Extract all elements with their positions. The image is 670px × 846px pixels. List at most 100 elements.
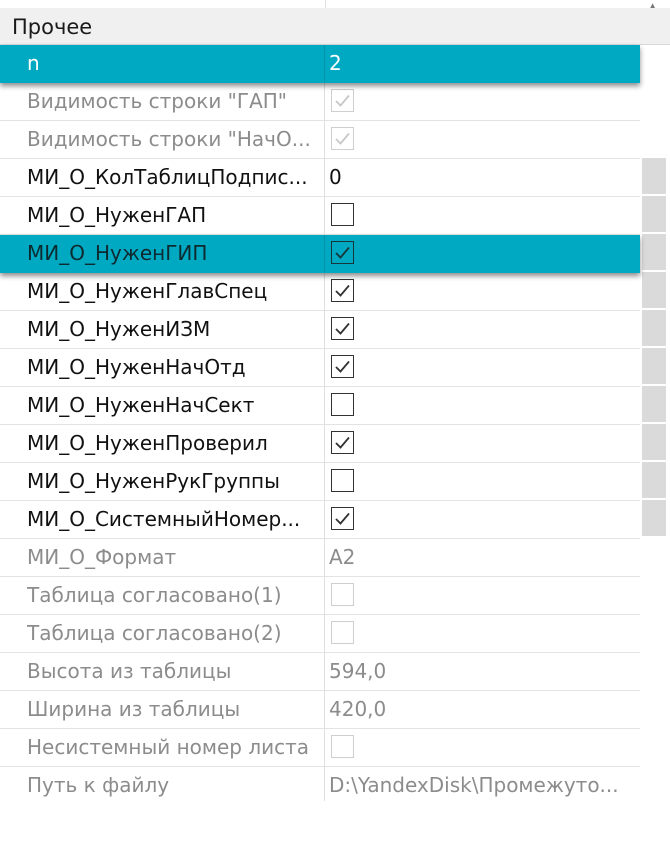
column-separator[interactable] (324, 83, 325, 120)
property-checkbox (331, 127, 354, 150)
property-value: A2 (329, 545, 356, 569)
property-name: Видимость строки "НачО... (27, 127, 311, 151)
property-value[interactable]: 2 (329, 45, 639, 82)
column-separator[interactable] (324, 691, 325, 728)
checkmark-icon (335, 284, 350, 297)
checkmark-icon (335, 322, 350, 335)
column-separator[interactable] (324, 653, 325, 690)
property-name: МИ_О_НуженГлавСпец (27, 279, 268, 303)
property-name: Ширина из таблицы (27, 697, 241, 721)
property-value: D:\YandexDisk\Промежуто... (329, 773, 619, 797)
column-separator[interactable] (324, 767, 325, 804)
property-name: МИ_О_НуженГИП (27, 241, 208, 265)
scrollbar-segment[interactable] (642, 424, 666, 462)
property-row[interactable]: МИ_О_НуженГлавСпец (0, 273, 640, 311)
column-separator[interactable] (324, 387, 325, 424)
category-label: Прочее (12, 15, 93, 39)
scrollbar-segment[interactable] (642, 272, 666, 310)
property-checkbox[interactable] (331, 317, 354, 340)
property-row[interactable]: МИ_О_НуженРукГруппы (0, 463, 640, 501)
checkmark-icon (335, 512, 350, 525)
property-row[interactable]: МИ_О_НуженИЗМ (0, 311, 640, 349)
property-checkbox (331, 89, 354, 112)
column-separator[interactable] (324, 273, 325, 310)
property-checkbox (331, 621, 354, 644)
property-checkbox[interactable] (331, 469, 354, 492)
property-row[interactable]: МИ_О_НуженПроверил (0, 425, 640, 463)
property-row[interactable]: Таблица согласовано(2) (0, 615, 640, 653)
property-row[interactable]: Несистемный номер листа (0, 729, 640, 767)
property-checkbox[interactable] (331, 279, 354, 302)
column-separator[interactable] (324, 615, 325, 652)
property-row[interactable]: МИ_О_НуженГИП (0, 235, 640, 273)
property-value: 420,0 (329, 697, 387, 721)
property-checkbox[interactable] (331, 241, 354, 264)
column-separator[interactable] (324, 425, 325, 462)
scrollbar-segment[interactable] (642, 234, 666, 272)
property-value: 594,0 (329, 659, 387, 683)
property-checkbox[interactable] (331, 393, 354, 416)
property-row[interactable]: n2 (0, 45, 640, 83)
checkmark-icon (335, 132, 350, 145)
property-row[interactable]: Таблица согласовано(1) (0, 577, 640, 615)
property-name: МИ_О_НуженРукГруппы (27, 469, 280, 493)
property-row[interactable]: Видимость строки "НачО... (0, 121, 640, 159)
scrollbar-segment[interactable] (642, 310, 666, 348)
property-name: Таблица согласовано(1) (27, 583, 282, 607)
scrollbar-segment[interactable] (642, 500, 666, 538)
property-name: Высота из таблицы (27, 659, 232, 683)
property-name: МИ_О_НуженИЗМ (27, 317, 211, 341)
property-name: Видимость строки "ГАП" (27, 89, 287, 113)
column-separator[interactable] (324, 235, 325, 272)
column-separator (325, 0, 326, 8)
property-name: n (27, 51, 40, 75)
checkmark-icon (335, 360, 350, 373)
scrollbar-segment[interactable] (642, 158, 666, 196)
property-name: Путь к файлу (27, 773, 170, 797)
column-separator[interactable] (324, 729, 325, 766)
property-name: МИ_О_НуженПроверил (27, 431, 268, 455)
column-separator[interactable] (324, 501, 325, 538)
property-name: МИ_О_НуженНачОтд (27, 355, 246, 379)
scrollbar-segment[interactable] (642, 462, 666, 500)
property-row[interactable]: Путь к файлу D:\YandexDisk\Промежуто... (0, 767, 640, 805)
checkmark-icon (335, 436, 350, 449)
column-separator[interactable] (324, 577, 325, 614)
column-separator[interactable] (324, 159, 325, 196)
property-row[interactable]: МИ_О_Формат A2 (0, 539, 640, 577)
column-separator[interactable] (324, 463, 325, 500)
property-name: Таблица согласовано(2) (27, 621, 282, 645)
property-row[interactable]: МИ_О_НуженГАП (0, 197, 640, 235)
property-checkbox[interactable] (331, 431, 354, 454)
column-separator[interactable] (324, 311, 325, 348)
property-row[interactable]: Высота из таблицы 594,0 (0, 653, 640, 691)
property-checkbox[interactable] (331, 355, 354, 378)
property-name: МИ_О_НуженНачСект (27, 393, 255, 417)
scrollbar-segment[interactable] (642, 348, 666, 386)
property-row[interactable]: МИ_О_КолТаблицПодпис... 0 (0, 159, 640, 197)
column-separator[interactable] (324, 197, 325, 234)
column-separator[interactable] (324, 121, 325, 158)
property-checkbox[interactable] (331, 203, 354, 226)
property-row[interactable]: Видимость строки "ГАП" (0, 83, 640, 121)
property-checkbox[interactable] (331, 507, 354, 530)
scrollbar-segment[interactable] (642, 386, 666, 424)
column-separator[interactable] (324, 45, 325, 82)
checkmark-icon (335, 246, 350, 259)
property-name: МИ_О_Формат (27, 545, 177, 569)
property-row[interactable]: МИ_О_НуженНачОтд (0, 349, 640, 387)
column-separator[interactable] (324, 349, 325, 386)
column-separator[interactable] (324, 539, 325, 576)
property-name: МИ_О_НуженГАП (27, 203, 207, 227)
property-row[interactable]: МИ_О_НуженНачСект (0, 387, 640, 425)
property-checkbox (331, 735, 354, 758)
property-name: МИ_О_КолТаблицПодпис... (27, 165, 308, 189)
scrollbar-segment[interactable] (642, 196, 666, 234)
category-header[interactable]: Прочее (0, 8, 670, 45)
description-area (0, 801, 670, 846)
property-name: МИ_О_СистемныйНомер... (27, 507, 301, 531)
property-name: Несистемный номер листа (27, 735, 310, 759)
property-value[interactable]: 0 (329, 159, 639, 196)
property-row[interactable]: Ширина из таблицы 420,0 (0, 691, 640, 729)
property-row[interactable]: МИ_О_СистемныйНомер... (0, 501, 640, 539)
